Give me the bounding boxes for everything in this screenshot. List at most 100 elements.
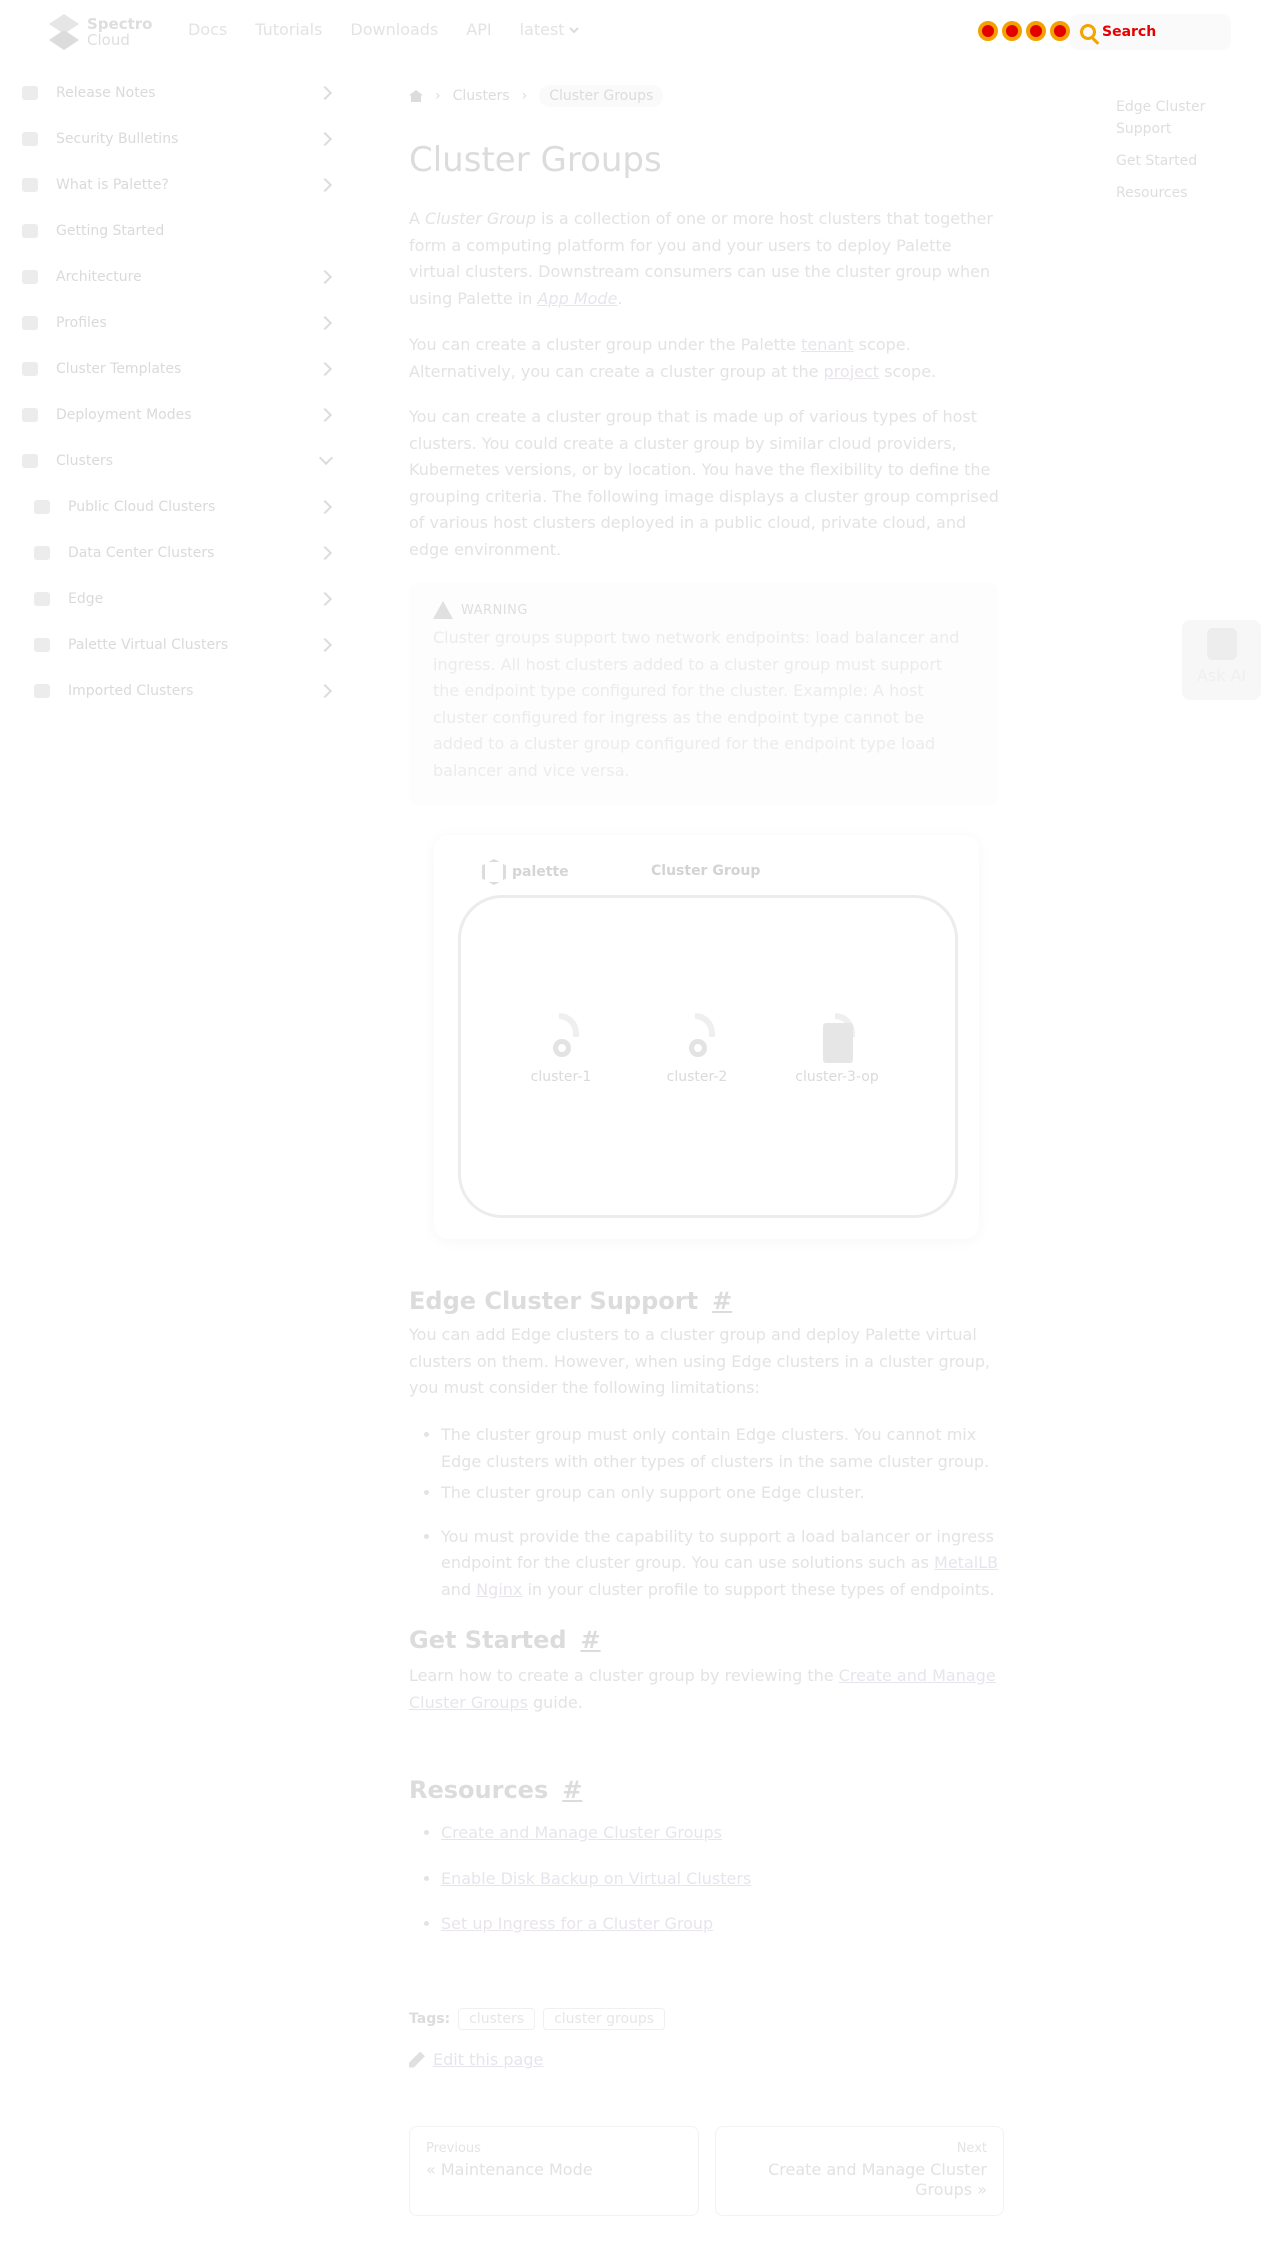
- sidebar-item-profiles[interactable]: Profiles: [0, 300, 350, 346]
- sidebar-item-cluster-templates[interactable]: Cluster Templates: [0, 346, 350, 392]
- sidebar-item-getting-started[interactable]: Getting Started: [0, 208, 350, 254]
- tenant-link[interactable]: tenant: [801, 335, 853, 354]
- list-item: The cluster group must only contain Edge…: [441, 1422, 1004, 1475]
- nav-link-api[interactable]: API: [466, 20, 491, 39]
- sidebar-subitem-edge[interactable]: Edge: [0, 576, 350, 622]
- page-title: Cluster Groups: [409, 140, 662, 180]
- import-icon: [34, 684, 50, 698]
- chevron-right-icon: [317, 361, 333, 377]
- nav-link-tutorials[interactable]: Tutorials: [255, 20, 322, 39]
- sidebar-subitem-palette-virtual-clusters[interactable]: Palette Virtual Clusters: [0, 622, 350, 668]
- contrast-icon[interactable]: [1050, 21, 1070, 41]
- list-item: Set up Ingress for a Cluster Group: [441, 1911, 1004, 1938]
- list-item: Create and Manage Cluster Groups: [441, 1820, 1004, 1847]
- resource-link[interactable]: Enable Disk Backup on Virtual Clusters: [441, 1869, 751, 1888]
- resource-link[interactable]: Set up Ingress for a Cluster Group: [441, 1914, 713, 1933]
- edge-limitations-list: The cluster group must only contain Edge…: [441, 1422, 1004, 1608]
- sidebar-item-label: Cluster Templates: [56, 361, 182, 377]
- sidebar-item-label: Release Notes: [56, 85, 156, 101]
- heading-anchor-link[interactable]: #: [562, 1776, 582, 1804]
- ask-ai-label: Ask AI: [1196, 666, 1247, 685]
- ask-ai-button[interactable]: Ask AI: [1182, 620, 1261, 700]
- chevron-right-icon: [317, 407, 333, 423]
- version-label: latest: [519, 20, 565, 39]
- resource-link[interactable]: Create and Manage Cluster Groups: [441, 1823, 722, 1842]
- sidebar-item-deployment-modes[interactable]: Deployment Modes: [0, 392, 350, 438]
- pager-label: Next: [956, 2141, 987, 2156]
- diagram-title: Cluster Group: [651, 863, 761, 879]
- intro-paragraph-3: You can create a cluster group that is m…: [409, 407, 999, 559]
- sidebar-item-what-is-palette[interactable]: What is Palette?: [0, 162, 350, 208]
- toc-item[interactable]: Edge Cluster Support: [1116, 96, 1236, 140]
- metallb-link[interactable]: MetalLB: [934, 1553, 998, 1572]
- nav-right: Search: [975, 14, 1231, 50]
- sidebar-item-clusters[interactable]: Clusters: [0, 438, 350, 484]
- building-icon: [22, 270, 38, 284]
- sidebar-subitem-data-center-clusters[interactable]: Data Center Clusters: [0, 530, 350, 576]
- chevron-right-icon: [317, 269, 333, 285]
- breadcrumb-separator: ›: [521, 88, 528, 104]
- sidebar-subitem-imported-clusters[interactable]: Imported Clusters: [0, 668, 350, 714]
- nav-link-docs[interactable]: Docs: [188, 20, 227, 39]
- deploy-icon: [22, 408, 38, 422]
- cluster-label: cluster-2: [666, 1069, 728, 1085]
- app-mode-link[interactable]: App Mode: [537, 289, 617, 308]
- sidebar-subitem-public-cloud-clusters[interactable]: Public Cloud Clusters: [0, 484, 350, 530]
- slack-icon[interactable]: [1002, 21, 1022, 41]
- breadcrumb-current: Cluster Groups: [539, 85, 664, 107]
- toc-item[interactable]: Get Started: [1116, 150, 1236, 172]
- cloud-cluster-icon: [677, 1013, 717, 1059]
- heading-anchor-link[interactable]: #: [712, 1287, 732, 1315]
- sidebar-item-label: Security Bulletins: [56, 131, 179, 147]
- logo-text: Spectro Cloud: [87, 15, 153, 49]
- next-page-link[interactable]: Next Create and Manage Cluster Groups »: [714, 2126, 1004, 2216]
- edit-page-label: Edit this page: [433, 2050, 544, 2069]
- sidebar-item-label: What is Palette?: [56, 177, 169, 193]
- chevron-right-icon: [317, 683, 333, 699]
- warning-header: WARNING: [433, 601, 974, 619]
- pager-title: Create and Manage Cluster Groups »: [768, 2160, 987, 2199]
- chevron-right-icon: [317, 131, 333, 147]
- spectro-cloud-logo[interactable]: Spectro Cloud: [47, 11, 159, 53]
- tag-chip[interactable]: clusters: [458, 2008, 536, 2030]
- breadcrumb-clusters[interactable]: Clusters: [453, 88, 510, 104]
- nginx-link[interactable]: Nginx: [476, 1580, 522, 1599]
- shield-icon: [22, 132, 38, 146]
- edge-paragraph: You can add Edge clusters to a cluster g…: [409, 1325, 991, 1397]
- social-icons: [978, 21, 1070, 41]
- intro-paragraph-2: You can create a cluster group under the…: [409, 335, 937, 381]
- chevron-right-icon: [317, 85, 333, 101]
- edit-page-link[interactable]: Edit this page: [409, 2050, 543, 2069]
- palette-logo: palette: [482, 859, 569, 885]
- sidebar-item-security-bulletins[interactable]: Security Bulletins: [0, 116, 350, 162]
- sidebar-item-architecture[interactable]: Architecture: [0, 254, 350, 300]
- chevron-right-icon: [317, 545, 333, 561]
- warning-admonition: WARNING Cluster groups support two netwo…: [409, 583, 998, 805]
- previous-page-link[interactable]: Previous « Maintenance Mode: [409, 2126, 699, 2216]
- version-dropdown[interactable]: latest: [520, 20, 579, 39]
- warning-label: WARNING: [461, 602, 528, 618]
- cloud-cluster-icon: [541, 1013, 581, 1059]
- sidebar-item-release-notes[interactable]: Release Notes: [0, 70, 350, 116]
- sidebar: Release Notes Security Bulletins What is…: [0, 70, 350, 714]
- tag-chip[interactable]: cluster groups: [543, 2008, 666, 2030]
- warning-icon: [433, 601, 453, 619]
- nav-link-downloads[interactable]: Downloads: [350, 20, 438, 39]
- theme-toggle-icon[interactable]: [1026, 21, 1046, 41]
- sidebar-item-label: Clusters: [56, 453, 113, 469]
- search-icon: [1080, 24, 1096, 40]
- search-input[interactable]: Search: [1070, 14, 1231, 50]
- rocket-icon: [22, 224, 38, 238]
- github-icon[interactable]: [978, 21, 998, 41]
- breadcrumb: › Clusters › Cluster Groups: [409, 84, 664, 108]
- chevron-right-icon: [317, 177, 333, 193]
- file-icon: [22, 86, 38, 100]
- heading-anchor-link[interactable]: #: [581, 1626, 601, 1654]
- cluster-group-diagram: palette Cluster Group cluster-1 cluster-…: [434, 835, 979, 1239]
- project-link[interactable]: project: [824, 362, 880, 381]
- search-placeholder: Search: [1102, 24, 1157, 40]
- toc-item[interactable]: Resources: [1116, 182, 1236, 204]
- home-icon[interactable]: [409, 90, 423, 102]
- heading-edge-cluster-support: Edge Cluster Support #: [409, 1287, 733, 1315]
- table-of-contents: Edge Cluster Support Get Started Resourc…: [1116, 96, 1236, 214]
